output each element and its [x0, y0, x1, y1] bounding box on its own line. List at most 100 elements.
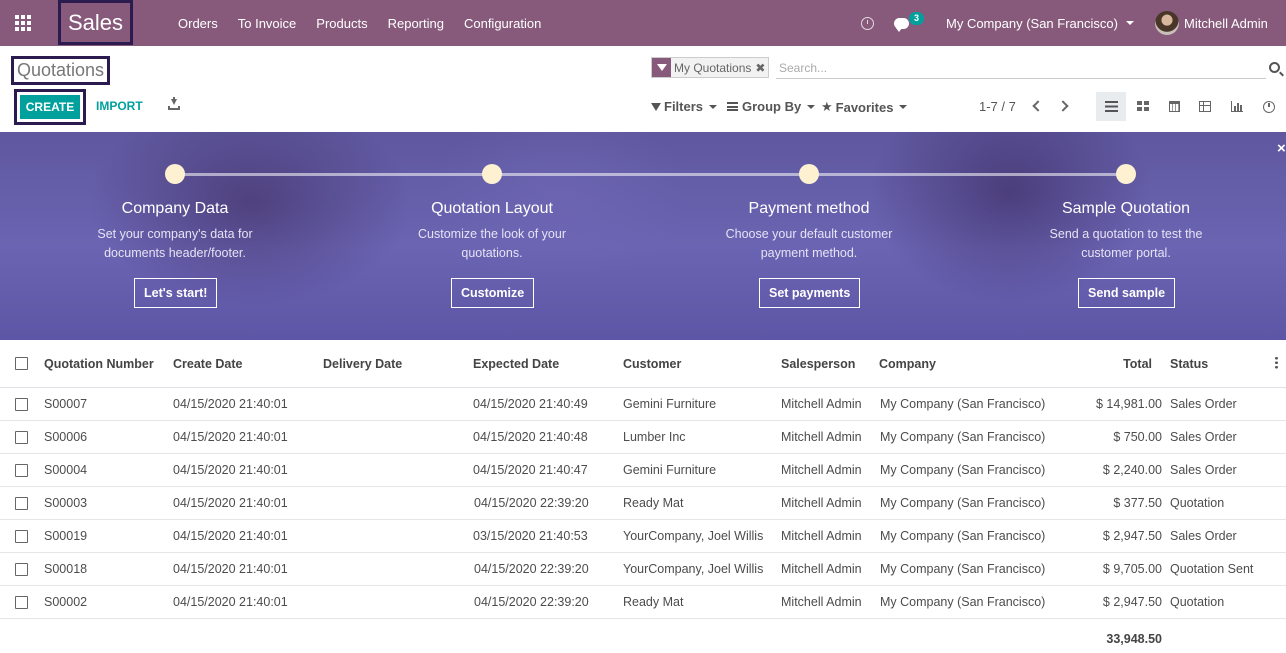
menu-item-products[interactable]: Products — [306, 16, 377, 31]
pager-previous-button[interactable] — [1029, 99, 1045, 115]
step-desc-line: customer portal. — [1081, 246, 1171, 260]
table-row[interactable]: S00004 04/15/2020 21:40:01 04/15/2020 21… — [0, 454, 1286, 487]
table-row[interactable]: S00003 04/15/2020 21:40:01 04/15/2020 22… — [0, 487, 1286, 520]
messages-chat-icon[interactable] — [894, 0, 909, 46]
menu-item-configuration[interactable]: Configuration — [454, 16, 551, 31]
kanban-view-icon — [1137, 101, 1149, 112]
search-facet: My Quotations ✖ — [651, 57, 770, 78]
activities-clock-icon[interactable] — [861, 0, 874, 46]
customize-button[interactable]: Customize — [451, 278, 535, 308]
step-desc-quotation-layout: Customize the look of your quotations. — [372, 225, 612, 263]
step-desc-company-data: Set your company's data for documents he… — [55, 225, 295, 263]
cell-create-date: 04/15/2020 21:40:01 — [173, 595, 288, 609]
column-delivery-date[interactable]: Delivery Date — [323, 357, 402, 371]
activity-view-button[interactable] — [1254, 92, 1284, 121]
step-desc-line: Choose your default customer — [725, 227, 893, 241]
download-icon[interactable] — [168, 97, 180, 111]
cell-create-date: 04/15/2020 21:40:01 — [173, 397, 288, 411]
list-view-icon — [1104, 101, 1118, 112]
company-switcher[interactable]: My Company (San Francisco) — [946, 0, 1134, 46]
apps-menu-icon[interactable] — [15, 15, 33, 31]
app-title[interactable]: Sales — [58, 0, 133, 45]
cell-company: My Company (San Francisco) — [880, 430, 1046, 444]
import-button[interactable]: IMPORT — [96, 99, 143, 113]
select-all-checkbox[interactable] — [15, 357, 28, 370]
step-desc-line: Customize the look of your — [418, 227, 566, 241]
pager-next-button[interactable] — [1057, 99, 1073, 115]
step-desc-line: Set your company's data for — [97, 227, 253, 241]
column-expected-date[interactable]: Expected Date — [473, 357, 559, 371]
group-by-dropdown[interactable]: Group By — [727, 99, 816, 114]
row-checkbox[interactable] — [15, 497, 28, 510]
onboarding-banner: Company Data Set your company's data for… — [0, 132, 1286, 340]
calendar-view-button[interactable] — [1159, 92, 1189, 121]
row-checkbox[interactable] — [15, 563, 28, 576]
menu-item-to-invoice[interactable]: To Invoice — [228, 16, 307, 31]
pivot-view-button[interactable] — [1190, 92, 1220, 121]
caret-down-icon — [899, 105, 908, 109]
caret-down-icon — [709, 104, 718, 109]
group-by-label: Group By — [742, 99, 802, 114]
step-dot-quotation-layout — [482, 164, 502, 184]
row-checkbox[interactable] — [15, 530, 28, 543]
list-view-button[interactable] — [1096, 92, 1126, 121]
close-icon[interactable]: × — [1277, 140, 1286, 157]
cell-customer: Gemini Furniture — [623, 463, 717, 477]
cell-expected-date: 04/15/2020 22:39:20 — [474, 595, 589, 609]
cell-expected-date: 04/15/2020 21:40:47 — [473, 463, 588, 477]
chevron-left-icon — [1032, 100, 1044, 112]
cell-expected-date: 04/15/2020 22:39:20 — [474, 496, 589, 510]
menu-item-orders[interactable]: Orders — [168, 16, 228, 31]
cell-customer: Ready Mat — [623, 496, 684, 510]
row-checkbox[interactable] — [15, 431, 28, 444]
column-customer[interactable]: Customer — [623, 357, 681, 371]
chevron-right-icon — [1057, 100, 1069, 112]
caret-down-icon — [807, 104, 816, 109]
cell-number: S00006 — [44, 430, 88, 444]
chevron-down-icon — [1125, 21, 1134, 25]
facet-label: My Quotations — [674, 60, 752, 75]
kanban-view-button[interactable] — [1128, 92, 1158, 121]
row-checkbox[interactable] — [15, 464, 28, 477]
step-title-company-data: Company Data — [121, 200, 229, 217]
search-icon[interactable] — [1269, 62, 1280, 73]
table-row[interactable]: S00018 04/15/2020 21:40:01 04/15/2020 22… — [0, 553, 1286, 586]
column-options-icon[interactable] — [1275, 356, 1278, 370]
cell-status: Sales Order — [1170, 463, 1237, 477]
cell-create-date: 04/15/2020 21:40:01 — [173, 496, 288, 510]
set-payments-button[interactable]: Set payments — [759, 278, 861, 308]
column-quotation-number[interactable]: Quotation Number — [44, 357, 154, 371]
row-checkbox[interactable] — [15, 398, 28, 411]
table-row[interactable]: S00019 04/15/2020 21:40:01 03/15/2020 21… — [0, 520, 1286, 553]
create-button[interactable]: CREATE — [20, 95, 80, 119]
graph-view-button[interactable] — [1222, 92, 1252, 121]
column-company[interactable]: Company — [879, 357, 936, 371]
lets-start-button[interactable]: Let's start! — [134, 278, 218, 308]
facet-remove-icon[interactable]: ✖ — [755, 61, 768, 75]
star-icon: ★ — [821, 99, 833, 114]
menu-item-reporting[interactable]: Reporting — [378, 16, 454, 31]
cell-number: S00003 — [44, 496, 88, 510]
table-row[interactable]: S00006 04/15/2020 21:40:01 04/15/2020 21… — [0, 421, 1286, 454]
column-total[interactable]: Total — [1123, 357, 1152, 371]
cell-customer: Lumber Inc — [623, 430, 686, 444]
table-row[interactable]: S00007 04/15/2020 21:40:01 04/15/2020 21… — [0, 388, 1286, 421]
column-create-date[interactable]: Create Date — [173, 357, 242, 371]
cell-salesperson: Mitchell Admin — [781, 397, 862, 411]
pager-value[interactable]: 1-7 / 7 — [979, 99, 1016, 114]
user-menu[interactable]: Mitchell Admin — [1155, 0, 1268, 46]
cell-status: Sales Order — [1170, 529, 1237, 543]
cell-number: S00019 — [44, 529, 88, 543]
column-salesperson[interactable]: Salesperson — [781, 357, 855, 371]
search-input[interactable] — [776, 57, 1266, 79]
column-status[interactable]: Status — [1170, 357, 1208, 371]
favorites-dropdown[interactable]: ★ Favorites — [821, 99, 908, 115]
cell-salesperson: Mitchell Admin — [781, 430, 862, 444]
table-row[interactable]: S00002 04/15/2020 21:40:01 04/15/2020 22… — [0, 586, 1286, 619]
filters-dropdown[interactable]: Filters — [651, 99, 718, 114]
favorites-label: Favorites — [835, 99, 894, 115]
step-desc-line: documents header/footer. — [104, 246, 246, 260]
row-checkbox[interactable] — [15, 596, 28, 609]
sum-total: 33,948.50 — [1106, 632, 1162, 646]
send-sample-button[interactable]: Send sample — [1078, 278, 1176, 308]
